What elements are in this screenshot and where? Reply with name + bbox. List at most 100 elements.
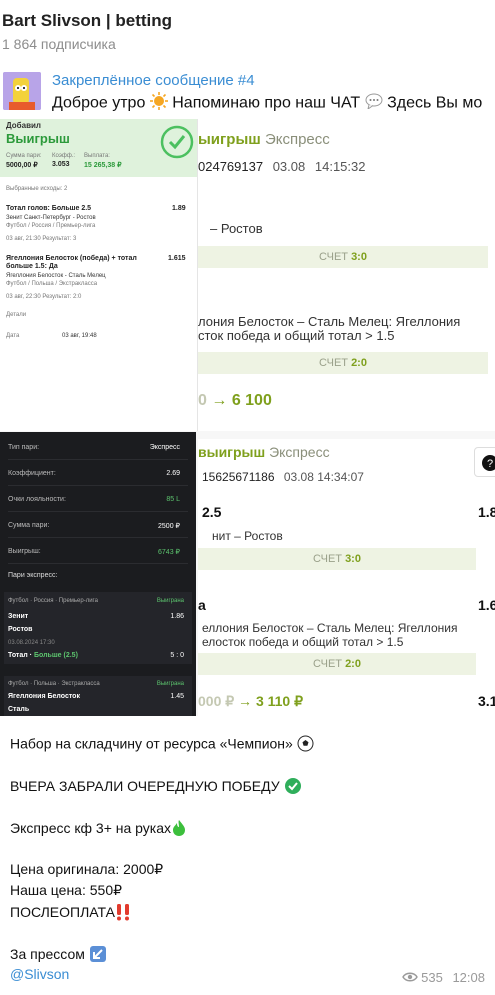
- bet1-league: Футбол / Россия / Премьер-лига: [6, 223, 96, 229]
- date-label: Дата: [6, 333, 20, 339]
- slip-bottom-heading: выигрыш Экспресс: [198, 444, 330, 460]
- score-value: 3:0: [351, 251, 367, 263]
- sun-icon: [149, 92, 168, 115]
- arrow-right-icon: →: [211, 392, 228, 409]
- slip-bottom-bet1-coef: 1.8: [478, 504, 495, 520]
- channel-title[interactable]: Bart Slivson | betting: [2, 11, 172, 31]
- row-label: Выигрыш:: [8, 548, 41, 555]
- msg-line-7-text: За прессом: [10, 946, 85, 963]
- arrow-right-icon: →: [238, 693, 253, 709]
- details-label: Детали: [6, 312, 27, 318]
- slip-top-match2-line2: сток победа и общий тотал > 1.5: [198, 328, 395, 343]
- msg-line-3-text: Экспресс кф 3+ на руках: [10, 820, 172, 837]
- pinned-text-b: Напоминаю про наш ЧАТ: [172, 94, 361, 112]
- stake-label: Сумма пари:: [6, 153, 42, 159]
- msg-line-5: Наша цена: 550₽: [10, 882, 123, 898]
- channel-header[interactable]: Bart Slivson | betting 1 864 подписчика: [0, 0, 495, 62]
- bet2-time: 03 авг, 22:30 Результат: 2:0: [6, 294, 82, 300]
- row-label: Тип пари:: [8, 444, 40, 451]
- slip-bottom-bet2: а: [198, 597, 206, 613]
- e1-team2: Ростов: [8, 626, 33, 633]
- row-value: 2.69: [166, 470, 180, 477]
- slip-top-payout: 0 → 6 100: [198, 392, 272, 410]
- e1-total: Тотал: [8, 652, 28, 659]
- msg-line-1: Набор на складчину от ресурса «Чемпион»: [10, 735, 314, 755]
- channel-link[interactable]: @Slivson: [10, 966, 69, 982]
- receipt-status: Выигрыш: [6, 131, 70, 146]
- row-value: 2500 ₽: [158, 523, 180, 530]
- slip-bottom-payout: 000 ₽ → 3 110 ₽: [198, 693, 303, 710]
- slip-top-id: 024769137: [198, 159, 264, 174]
- receipt-header: Добавил: [6, 121, 41, 130]
- payout-value: 15 265,38 ₽: [84, 162, 122, 169]
- msg-line-4: Цена оригинала: 2000₽: [10, 861, 164, 877]
- slip-bottom-score1: СЧЕТ 3:0: [198, 548, 476, 570]
- dark-receipt-row: Коэффициент: 2.69: [8, 466, 188, 486]
- slip-bottom-match2-line2: елосток победа и общий тотал > 1.5: [202, 635, 404, 649]
- bet1-match: Зенит Санкт-Петербург - Ростов: [6, 215, 96, 221]
- receipt-screenshot-dark: Тип пари: Экспресс Коэффициент: 2.69 Очки ло…: [0, 432, 196, 716]
- dark-receipt-row: Очки лояльности: 85 L: [8, 492, 188, 512]
- pinned-text-c: Здесь Вы мо: [387, 94, 483, 112]
- coef-value: 3.053: [52, 161, 70, 168]
- e1-date: 03.08.2024 17:30: [8, 640, 55, 646]
- score-value: 2:0: [345, 658, 361, 670]
- pinned-message[interactable]: Закреплённое сообщение #4 Доброе утро На…: [0, 64, 495, 116]
- coef-label: Коэфф.:: [52, 153, 76, 159]
- score-value: 2:0: [351, 357, 367, 369]
- help-icon[interactable]: ?: [474, 447, 495, 477]
- bet-slip-bottom: выигрыш Экспресс ? 15625671186 03.08 14:…: [198, 439, 495, 716]
- bet1-time: 03 авг, 21:30 Результат: 3: [6, 236, 77, 242]
- slip-bottom-score2: СЧЕТ 2:0: [198, 653, 476, 675]
- score-label: СЧЕТ: [313, 658, 342, 670]
- payout-from: 000 ₽: [198, 693, 235, 709]
- slip-top-heading: ыигрыш Экспресс: [198, 131, 330, 148]
- bet2-title: Ягеллония Белосток (победа) + тотал боль…: [6, 255, 137, 270]
- score-label: СЧЕТ: [319, 357, 348, 369]
- bet2-coef: 1.615: [168, 255, 186, 262]
- e2-league: Футбол · Польша · Экстракласса: [8, 681, 100, 687]
- message-meta: 535 12:08: [401, 970, 485, 986]
- pinned-thumbnail: [3, 72, 41, 110]
- arrow-down-left-icon: [89, 945, 107, 966]
- check-mark-button-icon: [284, 777, 302, 798]
- slip-top-time: 14:15:32: [314, 159, 366, 174]
- e1-total-line: Тотал · Больше (2.5): [8, 652, 78, 659]
- row-label: Очки лояльности:: [8, 496, 66, 503]
- e1-status: Выиграна: [156, 598, 184, 604]
- slip-bottom-match1: нит – Ростов: [212, 529, 283, 543]
- slip-top-date: 03.08: [272, 159, 306, 174]
- score-label: СЧЕТ: [313, 553, 342, 565]
- pinned-title: Закреплённое сообщение #4: [52, 72, 255, 89]
- row-value: Экспресс: [149, 444, 180, 451]
- speech-bubble-icon: [365, 93, 383, 114]
- slip-bottom-match2-line1: еллония Белосток – Сталь Мелец: Ягеллони…: [202, 621, 458, 635]
- express-event-1: Футбол · Россия · Премьер-лига Выиграна …: [4, 592, 192, 664]
- photo-collage[interactable]: Добавил Выигрыш Сумма пари: 5000,00 ₽ Ко…: [0, 119, 495, 716]
- slip-top-status: ыигрыш: [198, 131, 261, 148]
- msg-line-2: ВЧЕРА ЗАБРАЛИ ОЧЕРЕДНУЮ ПОБЕДУ: [10, 777, 302, 798]
- slip-bottom-id: 15625671186: [202, 470, 275, 484]
- slip-top-match1: – Ростов: [210, 221, 263, 236]
- bet1-title: Тотал голов: Больше 2.5: [6, 205, 92, 212]
- row-label: Коэффициент:: [8, 470, 56, 477]
- e2-status: Выиграна: [156, 681, 184, 687]
- msg-line-6: ПОСЛЕОПЛАТА: [10, 903, 131, 924]
- receipt-screenshot-light: Добавил Выигрыш Сумма пари: 5000,00 ₽ Ко…: [0, 119, 198, 431]
- e2-coef: 1.45: [170, 693, 184, 700]
- e1-league: Футбол · Россия · Премьер-лига: [8, 598, 98, 604]
- outcomes-label: Выбранные исходы: 2: [6, 186, 68, 192]
- msg-line-1-text: Набор на складчину от ресурса «Чемпион»: [10, 735, 293, 752]
- dark-receipt-row: Тип пари: Экспресс: [8, 440, 188, 460]
- slip-top-score2: СЧЕТ 2:0: [198, 352, 488, 374]
- express-event-2: Футбол · Польша · Экстракласса Выиграна …: [4, 676, 192, 716]
- slip-bottom-time: 14:34:07: [317, 470, 364, 484]
- msg-line-7: За прессом: [10, 945, 107, 966]
- row-label: Сумма пари:: [8, 522, 50, 529]
- e1-coef: 1.86: [170, 613, 184, 620]
- pinned-text-a: Доброе утро: [52, 94, 146, 112]
- e1-pick: Больше (2.5): [33, 652, 78, 659]
- pinned-preview: Доброе утро Напоминаю про наш ЧАТ Здесь …: [52, 92, 482, 115]
- e1-team1: Зенит: [8, 613, 29, 620]
- slip-top-type: Экспресс: [264, 131, 330, 148]
